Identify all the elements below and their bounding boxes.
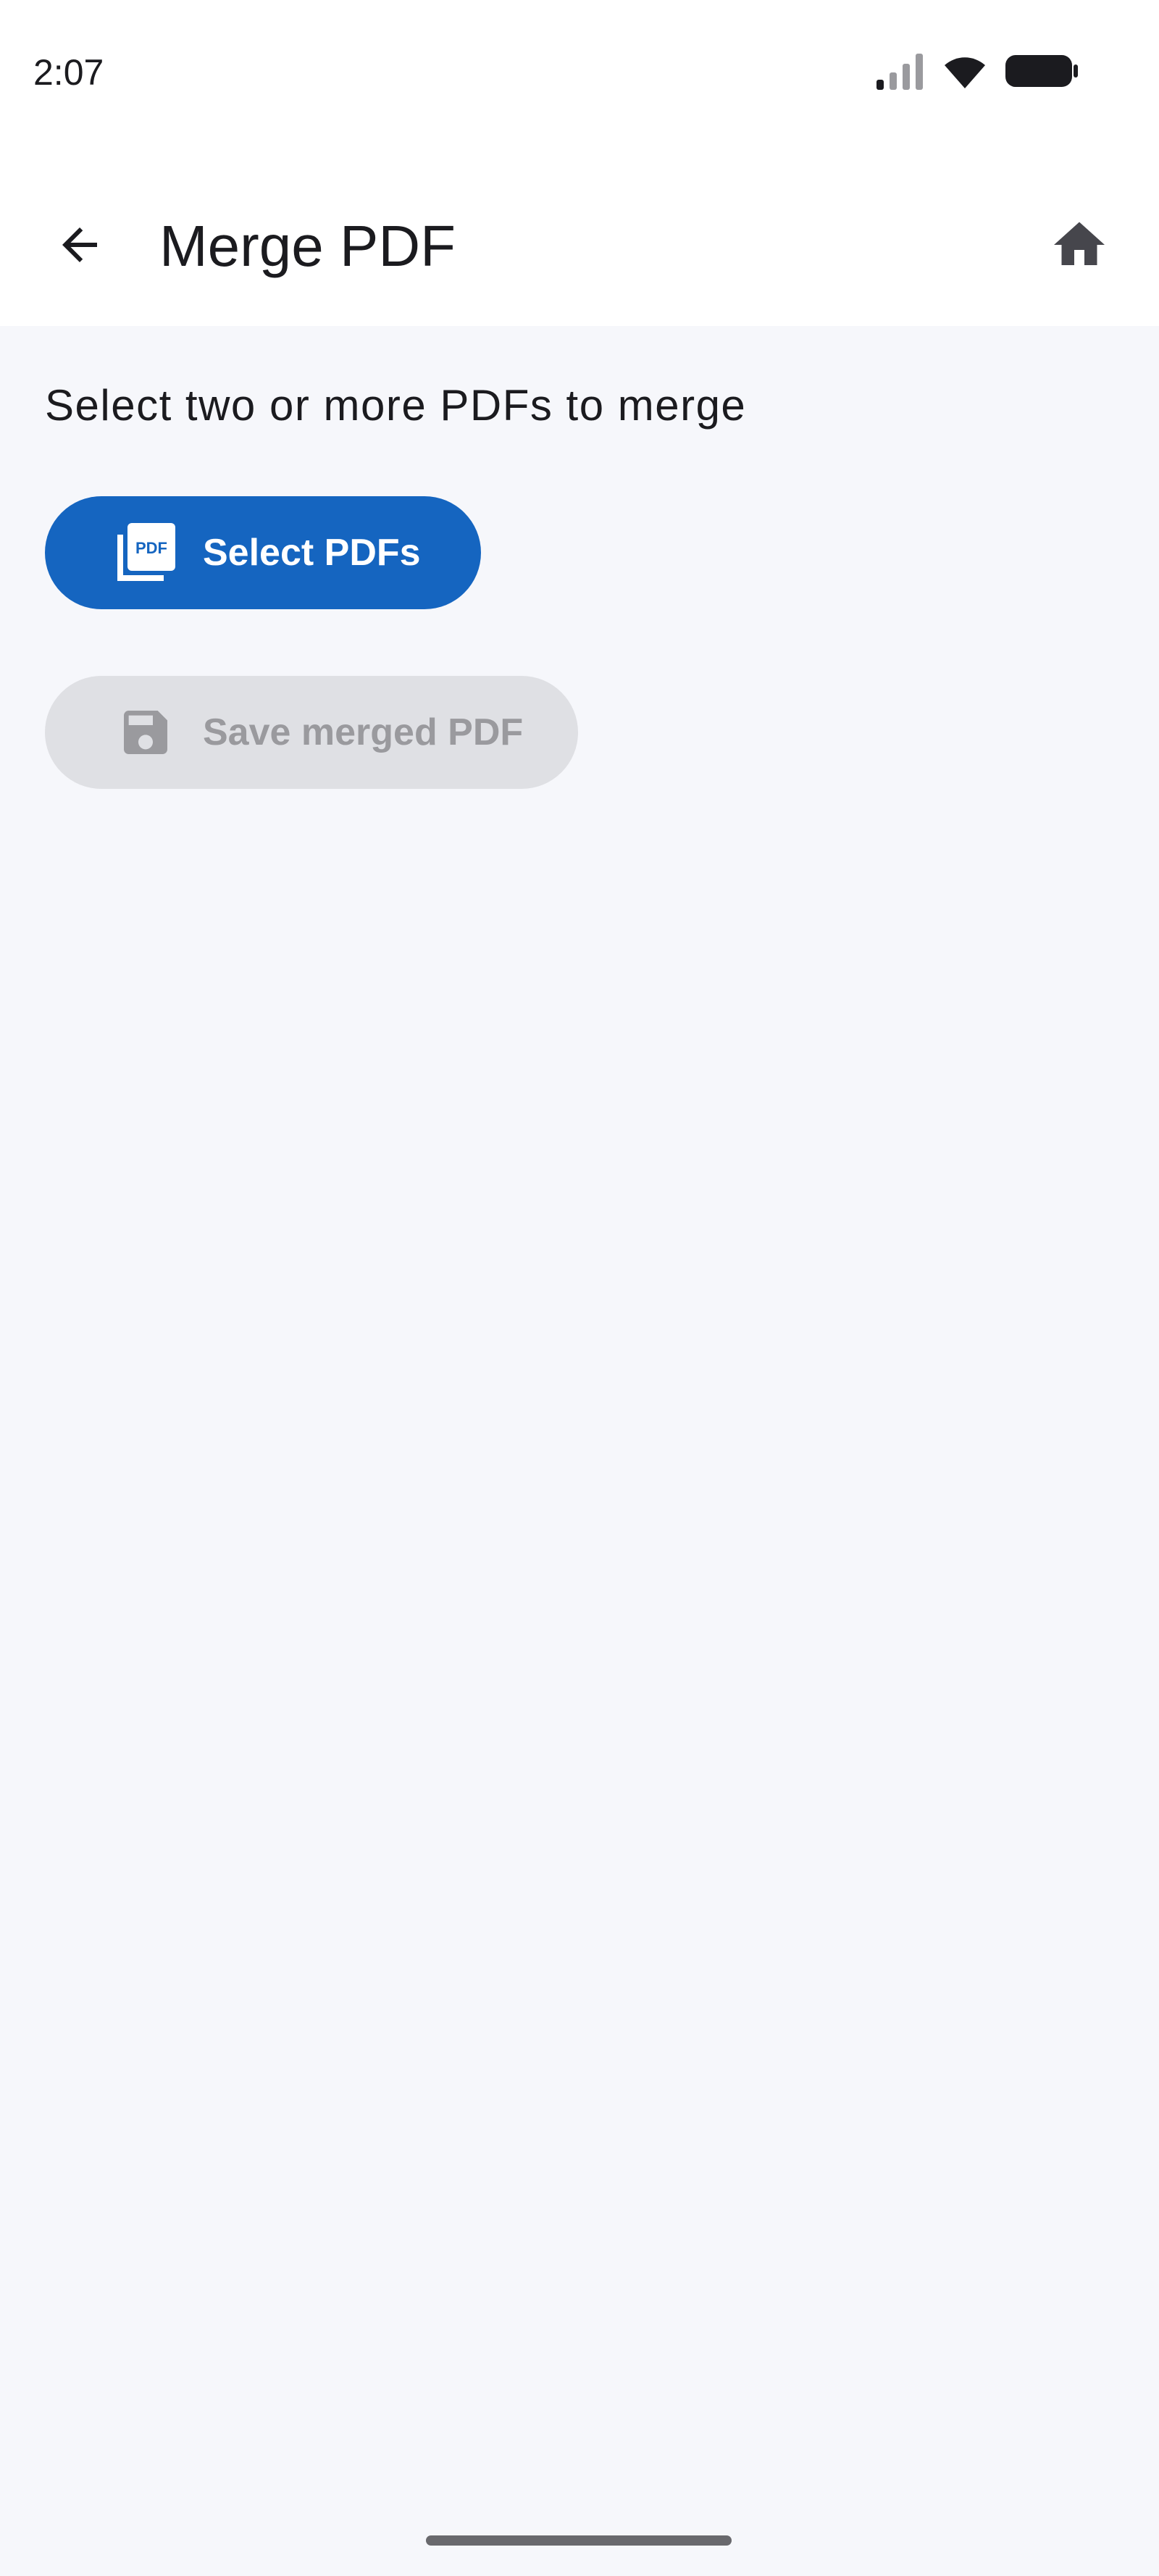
status-bar: 2:07 (0, 0, 1159, 145)
svg-text:PDF: PDF (135, 539, 167, 557)
gesture-navigation-bar[interactable] (426, 2535, 732, 2546)
home-button[interactable] (1036, 203, 1123, 290)
save-icon (114, 701, 177, 764)
home-icon (1049, 214, 1110, 279)
pdf-files-icon: PDF (114, 522, 177, 584)
save-merged-pdf-button[interactable]: Save merged PDF (45, 676, 578, 789)
arrow-back-icon (54, 219, 106, 275)
status-time: 2:07 (33, 52, 104, 93)
page-title: Merge PDF (159, 214, 456, 278)
main-content: Select two or more PDFs to merge PDF Sel… (0, 326, 1159, 2576)
status-icons (875, 51, 1079, 94)
select-pdfs-label: Select PDFs (203, 532, 421, 574)
app-bar: Merge PDF (0, 145, 1159, 326)
back-button[interactable] (36, 203, 123, 290)
wifi-icon (942, 52, 988, 93)
battery-icon (1004, 52, 1079, 93)
save-merged-pdf-label: Save merged PDF (203, 711, 524, 753)
select-pdfs-button[interactable]: PDF Select PDFs (45, 496, 481, 609)
signal-icon (875, 52, 926, 93)
instruction-text: Select two or more PDFs to merge (45, 381, 747, 430)
